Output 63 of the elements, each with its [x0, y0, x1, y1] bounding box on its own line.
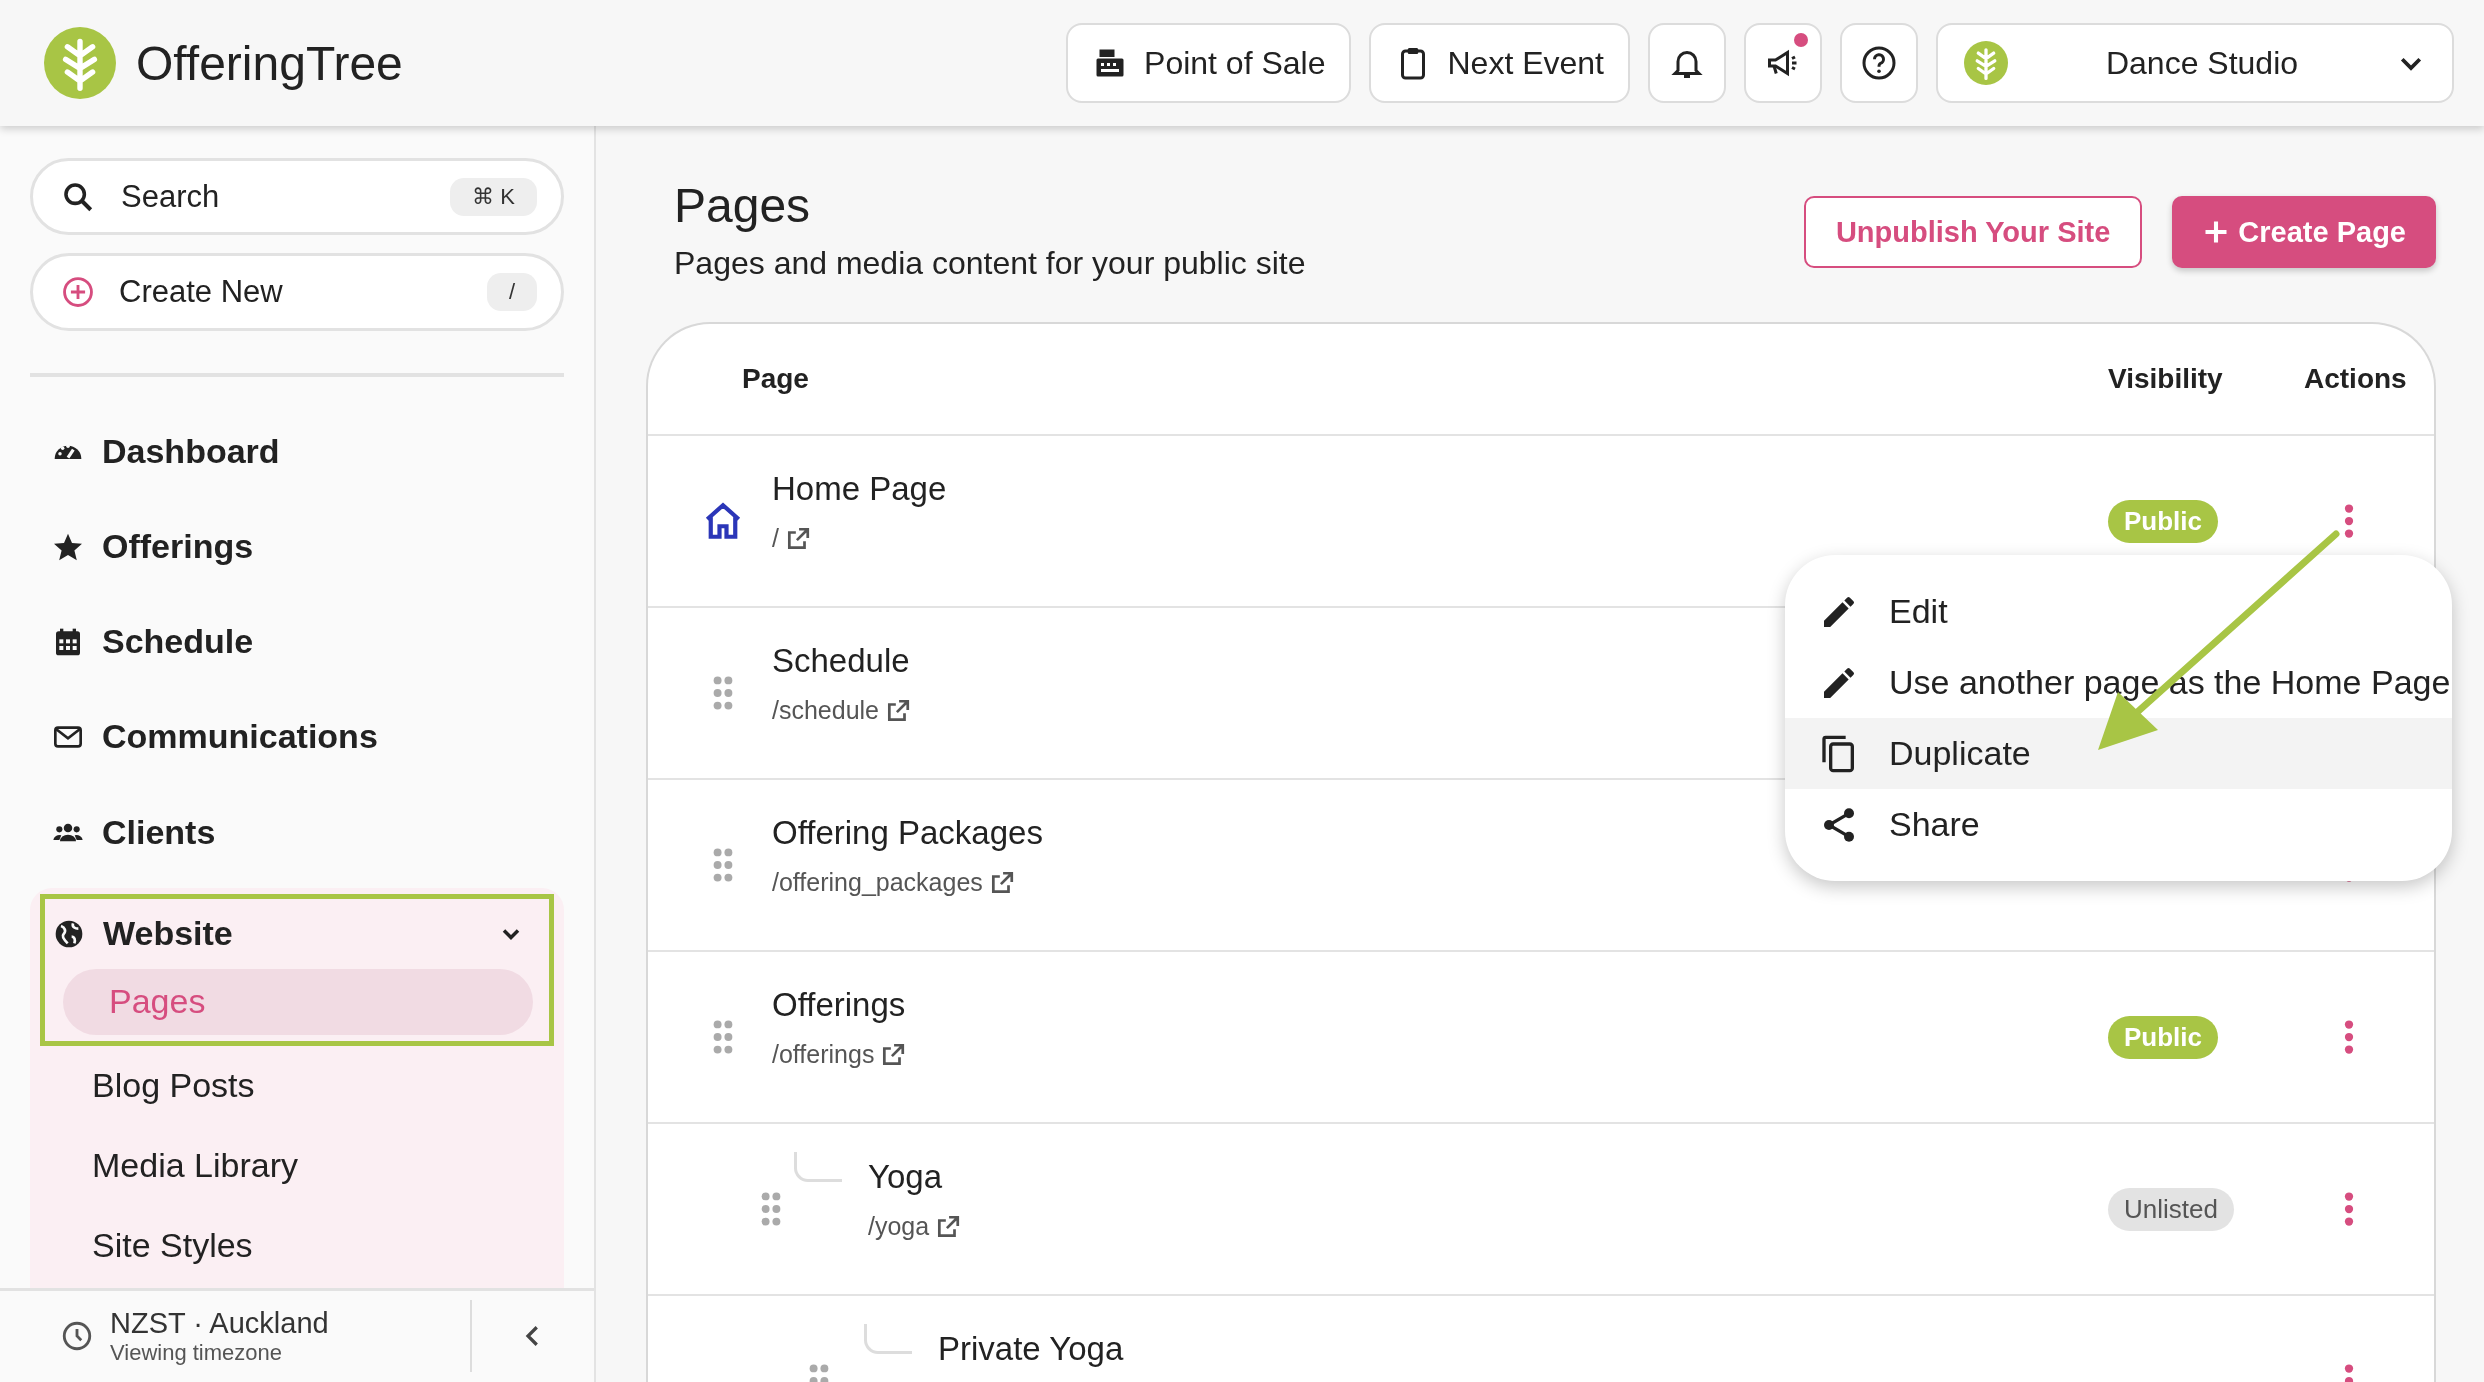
studio-selector[interactable]: Dance Studio: [1936, 23, 2454, 103]
more-options-icon[interactable]: [2344, 1019, 2354, 1055]
header-button[interactable]: Point of Sale: [1066, 23, 1352, 103]
menu-item[interactable]: Duplicate: [1785, 718, 2452, 789]
drag-handle-icon[interactable]: [760, 1191, 782, 1227]
page-name: Private Yoga: [938, 1330, 1124, 1368]
bell-button[interactable]: [1648, 23, 1726, 103]
tree-connector: [864, 1324, 912, 1354]
page-name: Home Page: [772, 470, 947, 508]
drag-handle-icon[interactable]: [712, 1019, 734, 1055]
sidebar-subitem[interactable]: Blog Posts: [30, 1045, 564, 1126]
shortcut-hint: /: [486, 273, 537, 312]
page-path: /offerings: [772, 1040, 875, 1069]
shortcut-hint: ⌘ K: [450, 177, 537, 216]
create-page-button[interactable]: Create Page: [2172, 196, 2436, 268]
page-name: Yoga: [868, 1158, 944, 1196]
sidebar-item[interactable]: Schedule: [30, 594, 564, 690]
help-button[interactable]: [1840, 23, 1918, 103]
timezone-label: NZST · Auckland: [110, 1306, 330, 1340]
column-header: Page: [742, 363, 809, 395]
plus-circle-icon: [61, 275, 95, 310]
sidebar-item[interactable]: Offerings: [30, 499, 564, 595]
more-options-icon[interactable]: [2344, 503, 2354, 539]
sidebar-item[interactable]: Communications: [30, 689, 564, 785]
page-subtitle: Pages and media content for your public site: [674, 245, 1307, 282]
sidebar-item[interactable]: Website: [45, 898, 549, 969]
visibility-badge: Public: [2108, 1015, 2218, 1059]
page-path: /schedule: [772, 696, 880, 725]
menu-item[interactable]: Edit: [1785, 576, 2452, 647]
drag-handle-icon[interactable]: [712, 847, 734, 883]
help-icon: [1861, 45, 1897, 81]
app-logo-text: OfferingTree: [136, 35, 403, 91]
header-button[interactable]: Next Event: [1369, 23, 1630, 103]
external-link-icon[interactable]: [880, 1041, 907, 1068]
external-link-icon[interactable]: [935, 1213, 962, 1240]
create-new-button[interactable]: Create New /: [30, 253, 564, 331]
search-input[interactable]: Search: [119, 177, 427, 216]
page-path: /yoga: [868, 1212, 930, 1241]
visibility-badge: Public: [2108, 499, 2218, 543]
visibility-badge: Unlisted: [2108, 1187, 2234, 1231]
page-path: /: [772, 524, 779, 553]
sidebar-item[interactable]: Dashboard: [30, 403, 564, 499]
drag-handle-icon[interactable]: [712, 675, 734, 711]
more-options-icon[interactable]: [2344, 1191, 2354, 1227]
page-name: Offering Packages: [772, 814, 1043, 852]
tree-connector: [794, 1152, 842, 1182]
page-name: Schedule: [772, 642, 911, 680]
page-path: /offering_packages: [772, 868, 983, 897]
search-field[interactable]: Search ⌘ K: [30, 158, 564, 236]
megaphone-button[interactable]: [1744, 23, 1822, 103]
timezone-caption: Viewing timezone: [110, 1339, 284, 1366]
page-title: Pages: [674, 178, 812, 233]
logo-icon: [44, 27, 116, 99]
sidebar-subitem[interactable]: Media Library: [30, 1125, 564, 1206]
logo-icon: [1964, 41, 2008, 85]
column-header: Visibility: [2108, 363, 2223, 395]
unpublish-button[interactable]: Unpublish Your Site: [1803, 196, 2143, 268]
sidebar-item[interactable]: Clients: [30, 784, 564, 880]
column-header: Actions: [2304, 363, 2407, 395]
menu-item[interactable]: Share: [1785, 789, 2452, 860]
external-link-icon[interactable]: [885, 697, 912, 724]
sidebar-subitem[interactable]: Site Styles: [30, 1205, 564, 1286]
page-name: Offerings: [772, 986, 907, 1024]
